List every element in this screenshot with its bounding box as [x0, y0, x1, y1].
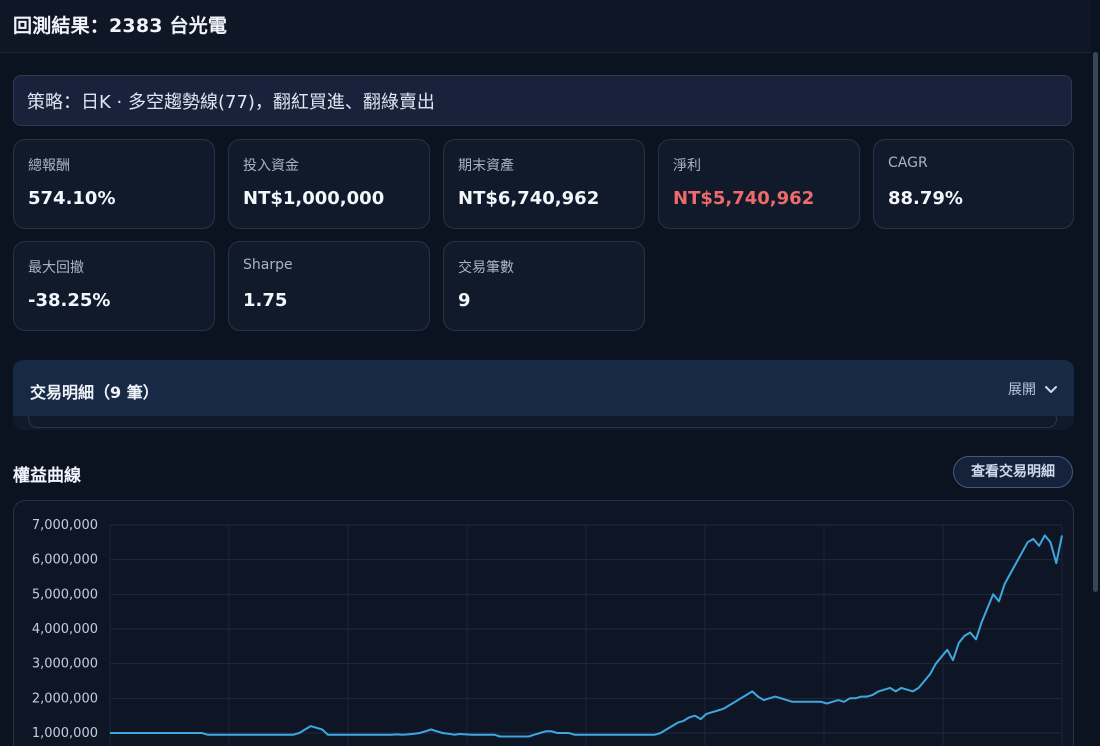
metric-card-capital: 投入資金 NT$1,000,000: [228, 139, 430, 229]
chevron-down-icon: [1044, 382, 1058, 398]
y-tick-label: 1,000,000: [32, 726, 98, 741]
metric-card-trade-count: 交易筆數 9: [443, 241, 645, 331]
metric-value: 574.10%: [28, 188, 116, 209]
metric-card-max-drawdown: 最大回撤 -38.25%: [13, 241, 215, 331]
backtest-page: 回測結果：2383 台光電 策略：日K · 多空趨勢線(77)，翻紅買進、翻綠賣…: [0, 0, 1100, 746]
metric-value: 9: [458, 290, 471, 311]
metric-label: 淨利: [673, 158, 701, 174]
metric-card-cagr: CAGR 88.79%: [873, 139, 1074, 229]
y-tick-label: 3,000,000: [32, 657, 98, 672]
metric-label: CAGR: [888, 155, 928, 171]
metric-card-total-return: 總報酬 574.10%: [13, 139, 215, 229]
header-bar: 回測結果：2383 台光電: [0, 0, 1091, 53]
trade-details-accordion[interactable]: 交易明細（9 筆） 展開: [13, 360, 1074, 416]
equity-chart-svg: 7,000,000 6,000,000 5,000,000 4,000,000 3,00…: [32, 518, 1063, 746]
trade-details-title: 交易明細（9 筆）: [30, 383, 159, 402]
equity-curve-title: 權益曲線: [13, 466, 81, 486]
page-title: 回測結果：2383 台光電: [13, 15, 228, 37]
metric-card-sharpe: Sharpe 1.75: [228, 241, 430, 331]
metric-label: Sharpe: [243, 257, 293, 273]
metric-label: 期末資產: [458, 158, 514, 174]
y-tick-label: 6,000,000: [32, 553, 98, 568]
view-trades-button[interactable]: 查看交易明細: [953, 456, 1073, 488]
strategy-text: 策略：日K · 多空趨勢線(77)，翻紅買進、翻綠賣出: [27, 92, 435, 113]
trade-details-body: [13, 416, 1074, 430]
metric-value: -38.25%: [28, 290, 111, 311]
metric-value: NT$5,740,962: [673, 188, 815, 209]
strategy-banner: 策略：日K · 多空趨勢線(77)，翻紅買進、翻綠賣出: [13, 75, 1072, 126]
metric-label: 投入資金: [243, 158, 299, 174]
metric-value: 1.75: [243, 290, 288, 311]
y-tick-label: 5,000,000: [32, 587, 98, 602]
metric-label: 總報酬: [28, 158, 70, 174]
equity-chart: 7,000,000 6,000,000 5,000,000 4,000,000 3,00…: [13, 500, 1074, 746]
metric-value: NT$6,740,962: [458, 188, 600, 209]
y-tick-label: 2,000,000: [32, 691, 98, 706]
trade-table-frame: [28, 416, 1057, 428]
metric-label: 最大回撤: [28, 260, 84, 276]
expand-label: 展開: [1008, 382, 1036, 398]
metric-value: 88.79%: [888, 188, 963, 209]
y-tick-label: 4,000,000: [32, 622, 98, 637]
metric-label: 交易筆數: [458, 260, 514, 276]
expand-toggle[interactable]: 展開: [1008, 379, 1058, 399]
scrollbar-thumb[interactable]: [1093, 52, 1098, 592]
metric-card-net-profit: 淨利 NT$5,740,962: [658, 139, 860, 229]
scrollbar[interactable]: [1091, 0, 1100, 746]
metric-value: NT$1,000,000: [243, 188, 385, 209]
metric-card-ending-assets: 期末資產 NT$6,740,962: [443, 139, 645, 229]
y-tick-label: 7,000,000: [32, 518, 98, 533]
